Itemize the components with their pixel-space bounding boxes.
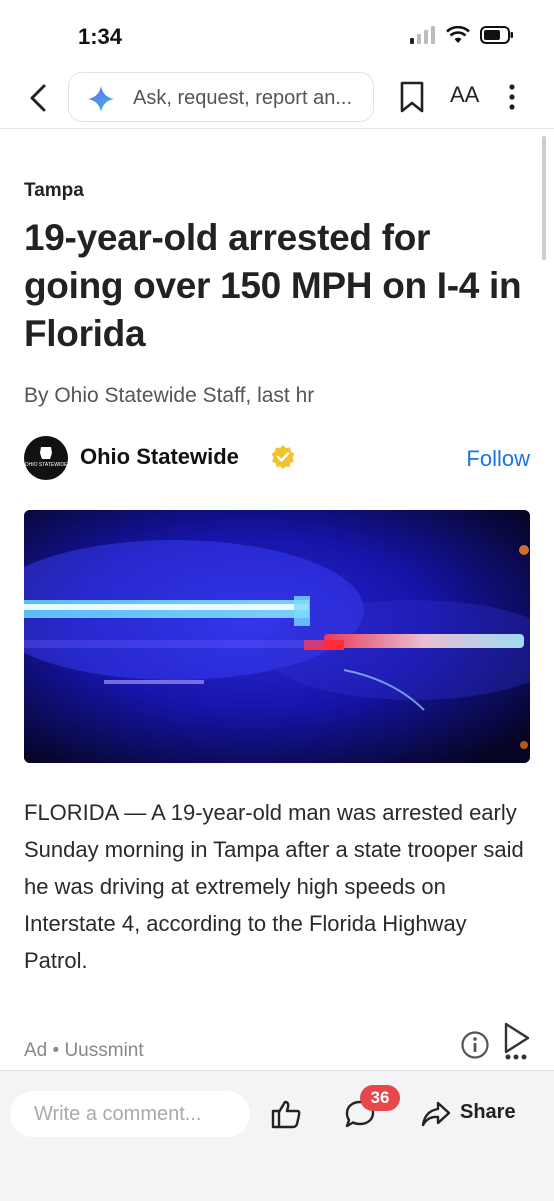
wifi-icon [446, 26, 470, 43]
ohio-state-shape-icon [40, 447, 52, 459]
share-button-label[interactable]: Share [460, 1101, 516, 1124]
comment-count-badge: 36 [360, 1085, 400, 1111]
publisher-logo-text: OHIO STATEWIDE [24, 462, 68, 468]
bottom-action-bar: Write a comment... 36 Share [0, 1070, 554, 1201]
info-icon[interactable] [460, 1030, 490, 1060]
article-hero-image[interactable] [24, 510, 530, 763]
ask-search-field[interactable]: Ask, request, report an... [68, 72, 374, 122]
police-lights-image [24, 510, 530, 763]
article-body-paragraph: FLORIDA — A 19-year-old man was arrested… [24, 800, 524, 973]
status-icons [410, 26, 514, 44]
bookmark-icon[interactable] [398, 80, 426, 114]
battery-icon [480, 26, 513, 44]
more-options-icon[interactable] [508, 82, 516, 112]
comment-placeholder: Write a comment... [34, 1103, 202, 1125]
ai-sparkle-icon [88, 86, 114, 112]
verified-badge-icon [271, 445, 295, 469]
publisher-logo[interactable]: OHIO STATEWIDE [24, 436, 68, 480]
back-arrow-icon[interactable] [22, 80, 58, 116]
article-byline: By Ohio Statewide Staff, last hr [24, 384, 315, 407]
status-bar: 1:34 [0, 0, 554, 62]
share-arrow-icon[interactable] [420, 1099, 452, 1129]
comment-input[interactable]: Write a comment... [10, 1091, 250, 1137]
ad-label: Ad • Uussmint [24, 1040, 144, 1061]
ad-play-icon[interactable] [500, 1020, 534, 1060]
top-navigation-bar: Ask, request, report an... AA [0, 68, 554, 129]
status-time: 1:34 [78, 24, 123, 49]
cellular-signal-icon [410, 26, 435, 44]
article-headline: 19-year-old arrested for going over 150 … [24, 217, 522, 354]
follow-button[interactable]: Follow [466, 446, 530, 472]
publisher-name[interactable]: Ohio Statewide [80, 444, 239, 470]
section-label[interactable]: Tampa [24, 180, 84, 202]
ad-choices[interactable] [460, 1020, 534, 1065]
scrollbar[interactable] [542, 136, 546, 260]
thumbs-up-icon[interactable] [270, 1099, 302, 1129]
search-placeholder: Ask, request, report an... [133, 87, 352, 109]
publisher-row: OHIO STATEWIDE Ohio Statewide Follow [24, 434, 530, 484]
text-size-button[interactable]: AA [450, 82, 479, 108]
